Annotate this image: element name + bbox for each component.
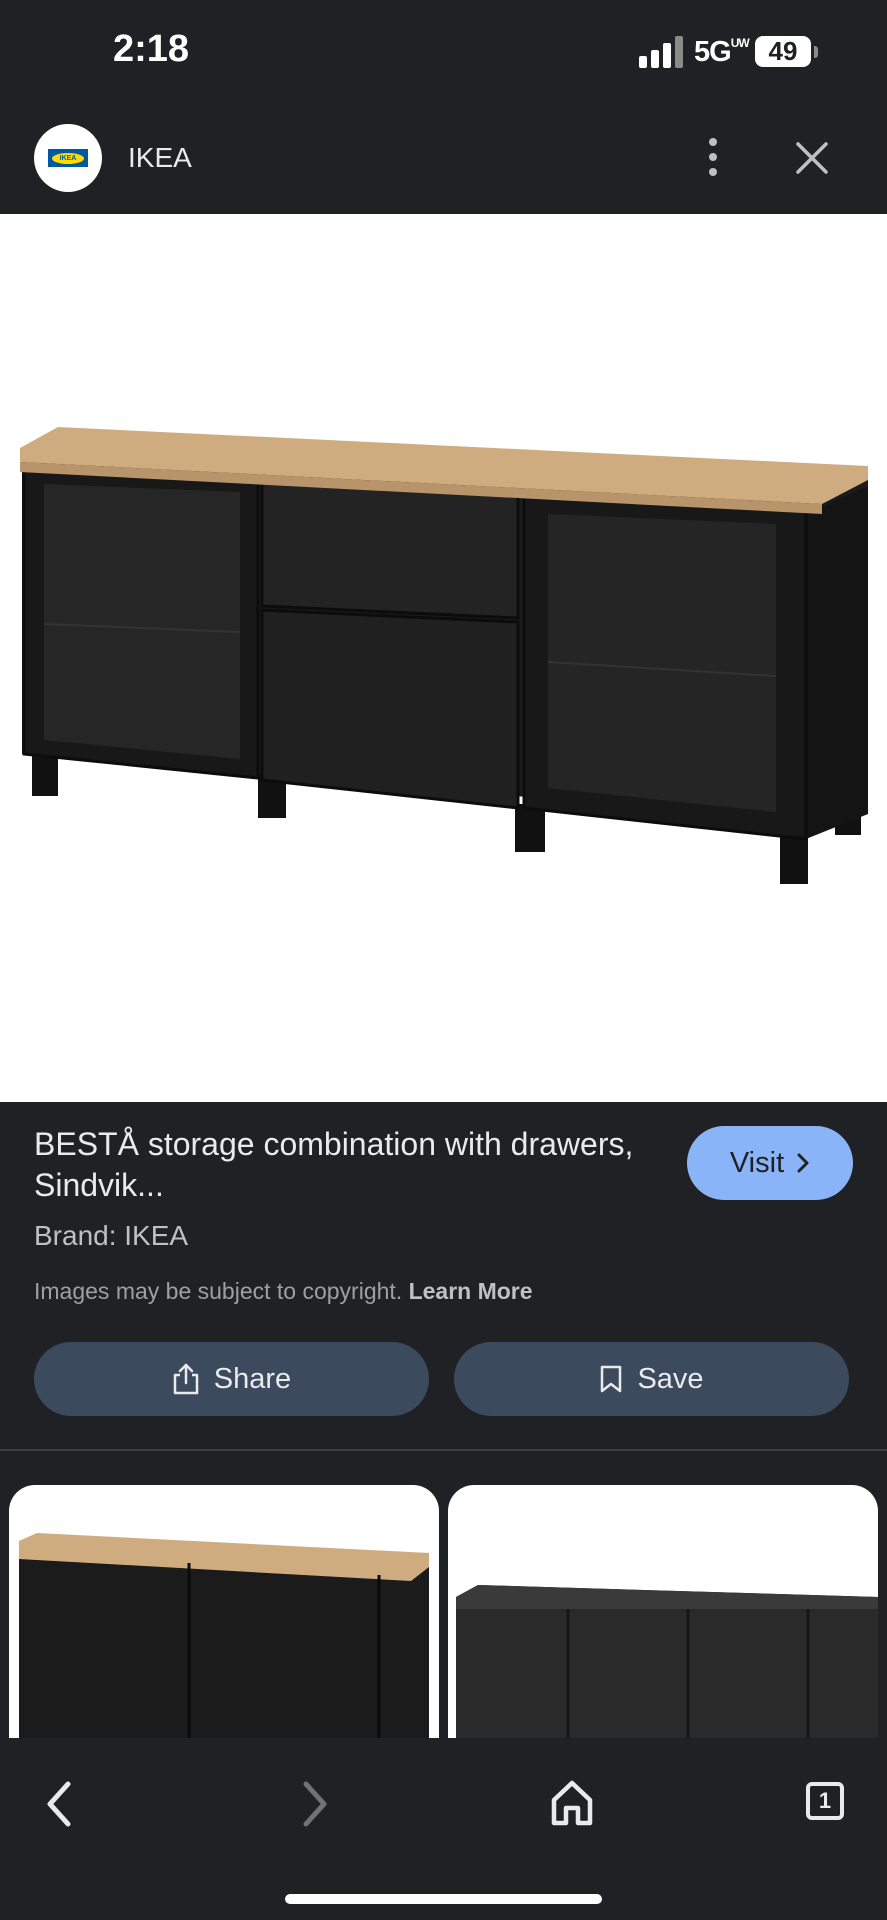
- home-indicator: [285, 1894, 602, 1904]
- chevron-right-icon: [797, 1153, 809, 1173]
- copyright-notice: Images may be subject to copyright. Lear…: [34, 1278, 533, 1305]
- related-images: [0, 1451, 887, 1738]
- product-image-illustration: [20, 427, 868, 884]
- product-title[interactable]: BESTÅ storage combination with drawers, …: [34, 1124, 634, 1206]
- more-vert-icon[interactable]: [696, 136, 730, 178]
- back-icon[interactable]: [40, 1778, 80, 1830]
- product-info-panel: BESTÅ storage combination with drawers, …: [0, 1102, 887, 1447]
- product-image[interactable]: [0, 214, 887, 1102]
- bookmark-icon: [601, 1365, 622, 1393]
- tabs-button[interactable]: 1: [806, 1782, 844, 1820]
- copyright-text: Images may be subject to copyright.: [34, 1278, 403, 1304]
- save-label: Save: [637, 1362, 704, 1395]
- visit-button[interactable]: Visit: [687, 1126, 853, 1200]
- site-title[interactable]: IKEA: [128, 142, 192, 174]
- battery-tip: [814, 46, 818, 58]
- status-bar: 2:18 5GUW 49: [0, 0, 887, 100]
- share-button[interactable]: Share: [34, 1342, 429, 1416]
- product-brand: Brand: IKEA: [34, 1220, 189, 1251]
- battery-icon: 49: [755, 36, 811, 67]
- battery-level: 49: [768, 36, 798, 66]
- related-image-card[interactable]: [9, 1485, 439, 1738]
- browser-bottom-nav: 1: [0, 1738, 887, 1920]
- related-image-2: [456, 1585, 878, 1738]
- viewer-toolbar: IKEA IKEA: [0, 100, 887, 214]
- share-icon: [173, 1363, 199, 1395]
- tab-count: 1: [818, 1788, 832, 1813]
- visit-label: Visit: [729, 1146, 785, 1179]
- learn-more-link[interactable]: Learn More: [409, 1278, 533, 1304]
- related-image-1: [19, 1533, 429, 1738]
- home-icon[interactable]: [548, 1778, 596, 1828]
- close-icon[interactable]: [790, 136, 834, 180]
- ikea-logo-icon: IKEA: [48, 149, 88, 167]
- logo-text: IKEA: [52, 152, 84, 164]
- share-label: Share: [213, 1362, 292, 1395]
- status-time: 2:18: [113, 28, 190, 70]
- signal-icon: [639, 36, 683, 68]
- related-image-card[interactable]: [448, 1485, 878, 1738]
- network-label: 5G: [694, 36, 732, 68]
- network-indicator: 5GUW: [694, 36, 750, 69]
- forward-icon[interactable]: [294, 1778, 334, 1830]
- save-button[interactable]: Save: [454, 1342, 849, 1416]
- site-logo[interactable]: IKEA: [34, 124, 102, 192]
- network-suffix: UW: [730, 36, 750, 50]
